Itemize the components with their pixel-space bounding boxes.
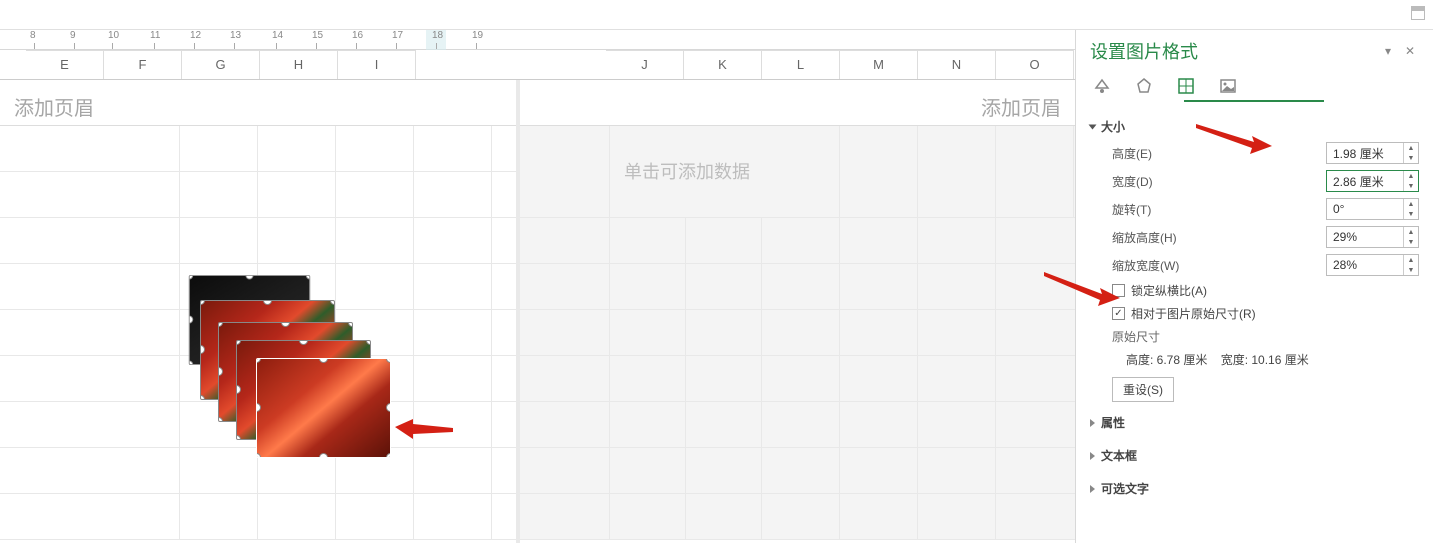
effects-icon[interactable] bbox=[1132, 74, 1156, 98]
image-selection-group[interactable] bbox=[182, 270, 402, 480]
spin-down-icon[interactable]: ▼ bbox=[1404, 181, 1418, 191]
chevron-right-icon bbox=[1090, 452, 1095, 460]
page-right: 添加页眉 单击可添加数据 bbox=[520, 80, 1075, 543]
page-left: 添加页眉 bbox=[0, 80, 520, 543]
annotation-arrow-1 bbox=[395, 415, 455, 445]
height-input[interactable] bbox=[1327, 143, 1403, 163]
spin-up-icon[interactable]: ▲ bbox=[1404, 171, 1418, 181]
formula-expand-icon[interactable] bbox=[1411, 6, 1425, 20]
height-spinner[interactable]: ▲▼ bbox=[1326, 142, 1419, 164]
spin-up-icon[interactable]: ▲ bbox=[1404, 143, 1418, 153]
format-picture-panel: 设置图片格式 ▾ ✕ 大小 高度(E) ▲▼ 宽度(D) ▲▼ 旋转(T) ▲▼ bbox=[1075, 30, 1433, 543]
chevron-right-icon bbox=[1090, 419, 1095, 427]
resize-handle[interactable] bbox=[319, 453, 328, 458]
fill-line-icon[interactable] bbox=[1090, 74, 1114, 98]
grid-right: 单击可添加数据 bbox=[520, 126, 1075, 543]
textbox-title: 文本框 bbox=[1101, 447, 1137, 464]
column-header-K[interactable]: K bbox=[684, 50, 762, 79]
header-placeholder[interactable]: 添加页眉 bbox=[0, 80, 516, 126]
chevron-down-icon bbox=[1089, 124, 1097, 129]
alttext-title: 可选文字 bbox=[1101, 480, 1149, 497]
column-header-I[interactable]: I bbox=[338, 50, 416, 79]
scale-height-spinner[interactable]: ▲▼ bbox=[1326, 226, 1419, 248]
width-label: 宽度(D) bbox=[1112, 173, 1326, 190]
tab-underline bbox=[1184, 100, 1324, 102]
resize-handle[interactable] bbox=[386, 453, 391, 458]
spin-down-icon[interactable]: ▼ bbox=[1404, 153, 1418, 163]
original-width: 宽度: 10.16 厘米 bbox=[1221, 353, 1309, 367]
scale-width-input[interactable] bbox=[1327, 255, 1403, 275]
alttext-section-header[interactable]: 可选文字 bbox=[1090, 476, 1419, 501]
spin-down-icon[interactable]: ▼ bbox=[1404, 209, 1418, 219]
column-header-H[interactable]: H bbox=[260, 50, 338, 79]
rotate-input[interactable] bbox=[1327, 199, 1403, 219]
rotate-spinner[interactable]: ▲▼ bbox=[1326, 198, 1419, 220]
picture-5[interactable] bbox=[256, 358, 391, 458]
picture-icon[interactable] bbox=[1216, 74, 1240, 98]
size-properties-icon[interactable] bbox=[1174, 74, 1198, 98]
panel-title: 设置图片格式 bbox=[1090, 38, 1198, 64]
spin-down-icon[interactable]: ▼ bbox=[1404, 265, 1418, 275]
properties-section-header[interactable]: 属性 bbox=[1090, 410, 1419, 435]
width-spinner[interactable]: ▲▼ bbox=[1326, 170, 1419, 192]
panel-tabs bbox=[1076, 70, 1433, 100]
scale-width-spinner[interactable]: ▲▼ bbox=[1326, 254, 1419, 276]
spin-up-icon[interactable]: ▲ bbox=[1404, 227, 1418, 237]
reset-button[interactable]: 重设(S) bbox=[1112, 377, 1174, 402]
lock-aspect-label: 锁定纵横比(A) bbox=[1131, 282, 1207, 299]
column-header-J[interactable]: J bbox=[606, 50, 684, 79]
resize-handle[interactable] bbox=[386, 403, 391, 412]
scale-height-label: 缩放高度(H) bbox=[1112, 229, 1326, 246]
relative-original-label: 相对于图片原始尺寸(R) bbox=[1131, 305, 1256, 322]
column-header-G[interactable]: G bbox=[182, 50, 260, 79]
rotate-label: 旋转(T) bbox=[1112, 201, 1326, 218]
column-header-F[interactable]: F bbox=[104, 50, 182, 79]
column-header-O[interactable]: O bbox=[996, 50, 1074, 79]
spin-up-icon[interactable]: ▲ bbox=[1404, 199, 1418, 209]
annotation-arrow-2 bbox=[1194, 122, 1274, 158]
close-icon[interactable]: ✕ bbox=[1405, 44, 1419, 58]
column-header-E[interactable]: E bbox=[26, 50, 104, 79]
panel-options-icon[interactable]: ▾ bbox=[1385, 44, 1399, 58]
properties-title: 属性 bbox=[1101, 414, 1125, 431]
scale-height-input[interactable] bbox=[1327, 227, 1403, 247]
formula-bar bbox=[0, 0, 1433, 30]
header-placeholder-right[interactable]: 添加页眉 bbox=[520, 80, 1075, 126]
original-height: 高度: 6.78 厘米 bbox=[1126, 353, 1207, 367]
chevron-right-icon bbox=[1090, 485, 1095, 493]
width-input[interactable] bbox=[1327, 171, 1403, 191]
spin-up-icon[interactable]: ▲ bbox=[1404, 255, 1418, 265]
size-section-title: 大小 bbox=[1101, 118, 1125, 135]
click-to-add-data[interactable]: 单击可添加数据 bbox=[610, 126, 840, 217]
textbox-section-header[interactable]: 文本框 bbox=[1090, 443, 1419, 468]
column-header-M[interactable]: M bbox=[840, 50, 918, 79]
annotation-arrow-3 bbox=[1042, 270, 1122, 310]
column-header-L[interactable]: L bbox=[762, 50, 840, 79]
original-size-label: 原始尺寸 bbox=[1090, 325, 1419, 348]
column-header-N[interactable]: N bbox=[918, 50, 996, 79]
spin-down-icon[interactable]: ▼ bbox=[1404, 237, 1418, 247]
scale-width-label: 缩放宽度(W) bbox=[1112, 257, 1326, 274]
